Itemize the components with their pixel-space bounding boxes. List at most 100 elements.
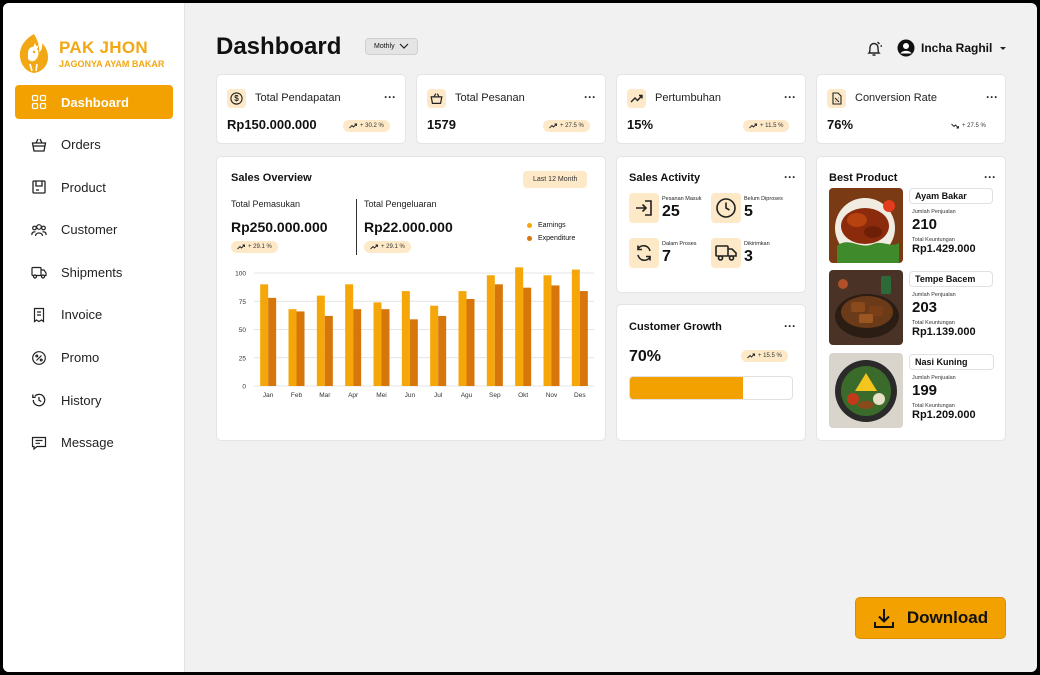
legend-earnings: Earnings (527, 222, 566, 229)
y-tick-label: 0 (242, 384, 246, 391)
dollar-icon: $ (227, 89, 246, 108)
caret-down-icon (1000, 47, 1007, 50)
sidebar-item-invoice[interactable]: Invoice (15, 298, 173, 332)
download-button[interactable]: Download (855, 597, 1006, 639)
basket-icon (427, 89, 446, 108)
sidebar-item-label: Orders (61, 137, 101, 153)
customer-growth-card: Customer Growth ··· 70% + 15.5 % (616, 304, 806, 441)
sidebar-item-dashboard[interactable]: Dashboard (15, 85, 173, 119)
more-options-icon[interactable]: ··· (784, 319, 796, 333)
app-window: PAK JHON JAGONYA AYAM BAKAR Dashboard Or… (3, 3, 1037, 672)
period-dropdown[interactable]: Mothly (365, 38, 418, 55)
activity-value: 3 (744, 248, 753, 265)
sidebar-item-history[interactable]: History (15, 383, 173, 417)
sidebar-item-product[interactable]: Product (15, 170, 173, 204)
expense-change-badge: + 29.1 % (364, 241, 411, 253)
bar-expenditure (268, 297, 277, 386)
more-options-icon[interactable]: ··· (784, 170, 796, 184)
more-options-icon[interactable]: ··· (584, 90, 596, 104)
sidebar-item-message[interactable]: Message (15, 426, 173, 460)
product-image-nasi-kuning[interactable] (829, 353, 903, 428)
legend-expenditure: Expenditure (527, 235, 575, 242)
sidebar-item-shipments[interactable]: Shipments (15, 255, 173, 289)
product-qty: 210 (912, 216, 938, 233)
stat-change-badge: + 27.5 % (945, 120, 992, 132)
rooster-logo-icon (19, 34, 48, 73)
section-title: Sales Overview (231, 172, 312, 184)
stat-value: Rp150.000.000 (227, 117, 317, 132)
x-tick-label: Feb (291, 392, 303, 399)
x-tick-label: Des (574, 392, 586, 399)
bar-expenditure (551, 285, 560, 386)
basket-icon (31, 138, 47, 152)
grid-icon (31, 94, 47, 110)
more-options-icon[interactable]: ··· (984, 170, 996, 184)
more-options-icon[interactable]: ··· (986, 90, 998, 104)
trend-down-icon (951, 123, 959, 129)
brand-title: PAK JHON (59, 37, 148, 57)
activity-value: 25 (662, 203, 680, 220)
qty-caption: Jumlah Penjualan (912, 292, 956, 298)
bar-expenditure (409, 319, 418, 386)
trend-up-icon (627, 89, 646, 108)
growth-value: 70% (629, 348, 662, 365)
sidebar-item-label: History (61, 392, 102, 408)
stat-label: Conversion Rate (855, 92, 937, 104)
sidebar-item-promo[interactable]: Promo (15, 341, 173, 375)
bell-icon[interactable] (865, 40, 883, 58)
product-name: Nasi Kuning (909, 354, 994, 370)
section-title: Customer Growth (629, 321, 722, 333)
growth-change-badge: + 15.5 % (741, 350, 788, 362)
stat-card-conversion-rate: Conversion Rate ··· 76% + 27.5 % (816, 74, 1006, 144)
user-menu[interactable]: Incha Raghil (897, 39, 1014, 57)
product-image-ayam-bakar[interactable] (829, 188, 903, 263)
stat-label: Total Pesanan (455, 92, 525, 104)
trend-up-icon (349, 123, 357, 129)
bar-expenditure (523, 287, 532, 386)
product-qty: 199 (912, 382, 938, 399)
range-selector[interactable]: Last 12 Month (523, 171, 588, 188)
qty-caption: Jumlah Penjualan (912, 209, 956, 215)
sidebar-item-label: Invoice (61, 307, 103, 323)
sidebar-item-orders[interactable]: Orders (15, 128, 173, 162)
activity-label: Pesanan Masuk (662, 196, 702, 202)
trend-up-icon (749, 123, 757, 129)
product-qty: 203 (912, 299, 938, 316)
more-options-icon[interactable]: ··· (784, 90, 796, 104)
invoice-icon (33, 307, 45, 323)
trend-up-icon (549, 123, 557, 129)
users-icon (31, 223, 47, 236)
sidebar-item-label: Dashboard (61, 94, 129, 110)
expense-value: Rp22.000.000 (364, 219, 453, 235)
truck-icon (711, 238, 741, 268)
x-tick-label: Sep (489, 392, 501, 399)
summary-divider (356, 199, 357, 255)
x-tick-label: Jul (434, 392, 443, 399)
bar-expenditure (324, 315, 333, 386)
trend-up-icon (370, 244, 378, 250)
stat-label: Total Pendapatan (255, 92, 341, 104)
activity-label: Dalam Proses (662, 241, 697, 247)
svg-text:$: $ (234, 94, 239, 103)
x-tick-label: Mar (319, 392, 331, 399)
x-tick-label: Jun (405, 392, 416, 399)
sidebar-nav: Dashboard Orders Product Customer Shipme… (15, 85, 173, 468)
brand-subtitle: JAGONYA AYAM BAKAR (59, 58, 165, 69)
x-tick-label: Nov (546, 392, 558, 399)
activity-value: 5 (744, 203, 753, 220)
product-image-tempe-bacem[interactable] (829, 270, 903, 345)
bar-earnings (458, 291, 467, 386)
truck-icon (31, 267, 47, 279)
y-tick-label: 25 (239, 355, 247, 362)
sidebar-item-customer[interactable]: Customer (15, 213, 173, 247)
brand-logo[interactable]: PAK JHON JAGONYA AYAM BAKAR (15, 31, 164, 75)
income-value: Rp250.000.000 (231, 219, 328, 235)
refresh-icon (629, 238, 659, 268)
sidebar-item-label: Promo (61, 350, 100, 366)
main-content: Dashboard Mothly Incha Raghil $ Total Pe… (185, 3, 1037, 672)
more-options-icon[interactable]: ··· (384, 90, 396, 104)
activity-value: 7 (662, 248, 671, 265)
stat-value: 15% (627, 117, 654, 132)
clock-icon (711, 193, 741, 223)
bar-earnings (543, 275, 552, 386)
